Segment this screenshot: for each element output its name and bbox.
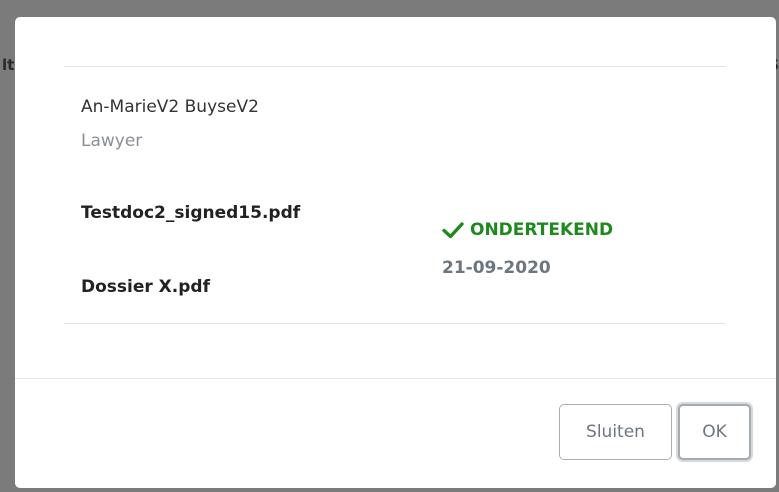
ok-button[interactable]: OK — [678, 404, 751, 460]
modal-footer-divider — [15, 378, 776, 379]
signer-name: An-MarieV2 BuyseV2 — [81, 97, 259, 117]
divider-bottom — [64, 323, 726, 324]
signer-role: Lawyer — [81, 131, 143, 151]
check-icon — [442, 222, 464, 239]
status-date: 21-09-2020 — [442, 258, 551, 278]
close-button[interactable]: Sluiten — [559, 404, 672, 460]
divider-top — [64, 66, 726, 67]
backdrop-text-left: lt — [2, 56, 15, 74]
signature-status-modal: An-MarieV2 BuyseV2 Lawyer Testdoc2_signe… — [15, 17, 776, 488]
document-name: Dossier X.pdf — [81, 277, 210, 297]
document-name: Testdoc2_signed15.pdf — [81, 203, 301, 223]
status-label: ONDERTEKEND — [470, 220, 614, 240]
status-badge: ONDERTEKEND — [442, 220, 613, 240]
